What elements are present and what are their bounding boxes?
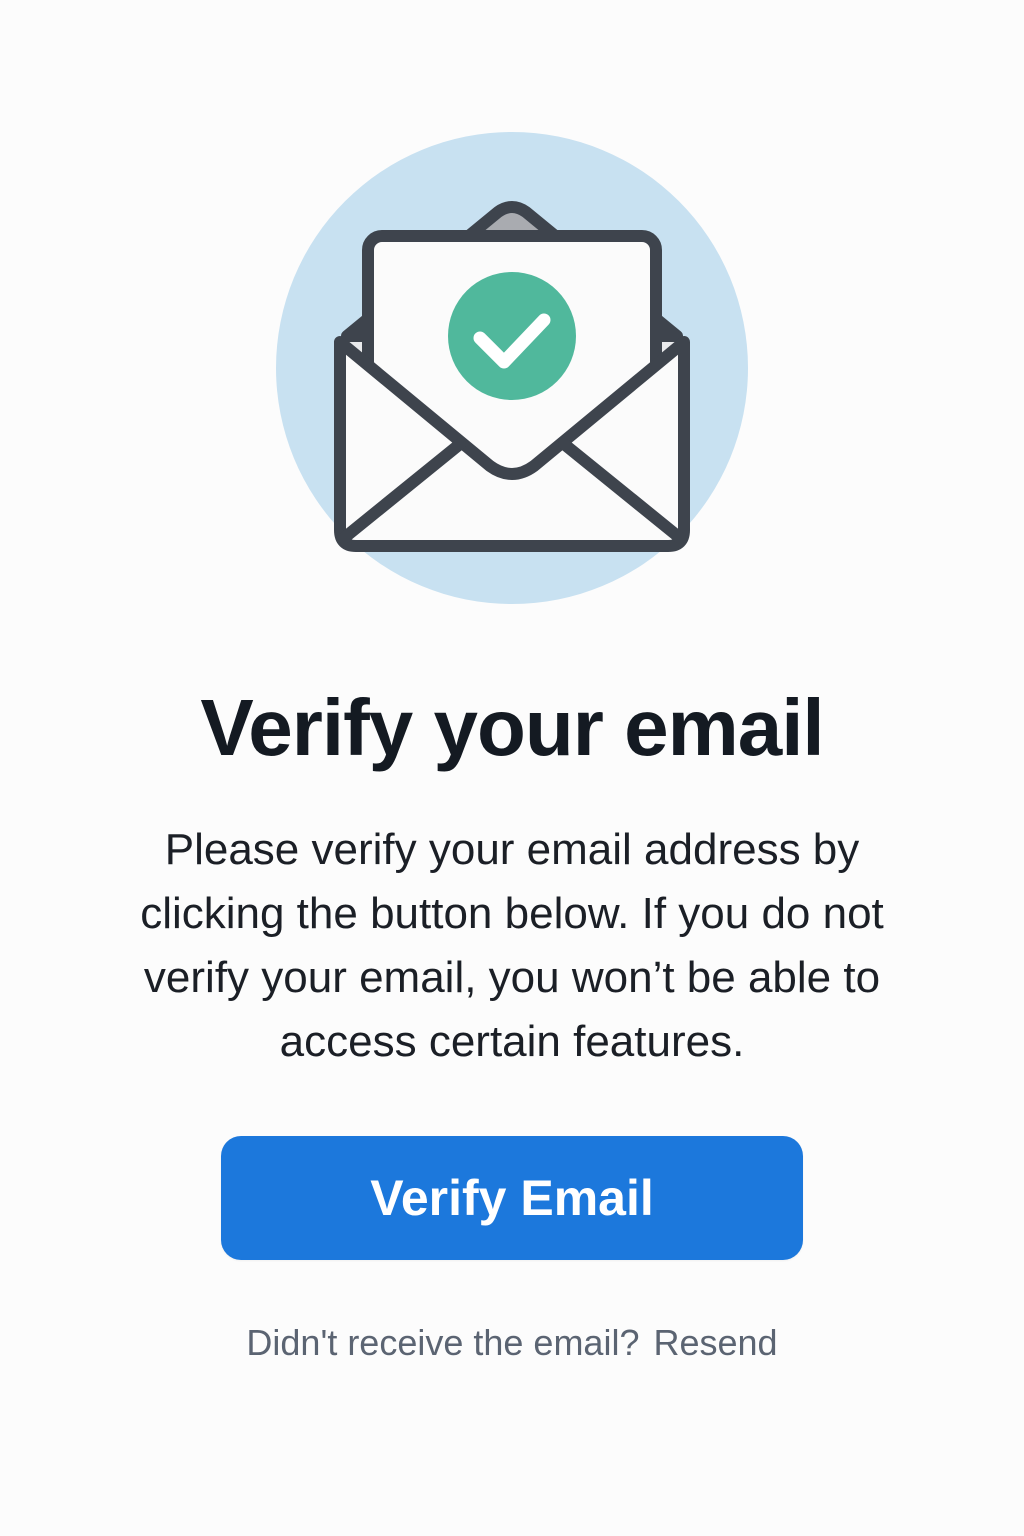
resend-prompt: Didn't receive the email? — [246, 1322, 640, 1363]
check-circle — [448, 272, 576, 400]
envelope-illustration — [272, 130, 752, 610]
resend-link[interactable]: Resend — [653, 1322, 777, 1363]
page-title: Verify your email — [200, 683, 824, 772]
verify-email-screen: Verify your email Please verify your ema… — [0, 0, 1024, 1536]
verify-email-button[interactable]: Verify Email — [221, 1136, 803, 1260]
resend-row: Didn't receive the email? Resend — [0, 1318, 1024, 1368]
verification-message: Please verify your email address by clic… — [140, 825, 884, 1066]
open-envelope-with-check-icon — [276, 132, 748, 604]
